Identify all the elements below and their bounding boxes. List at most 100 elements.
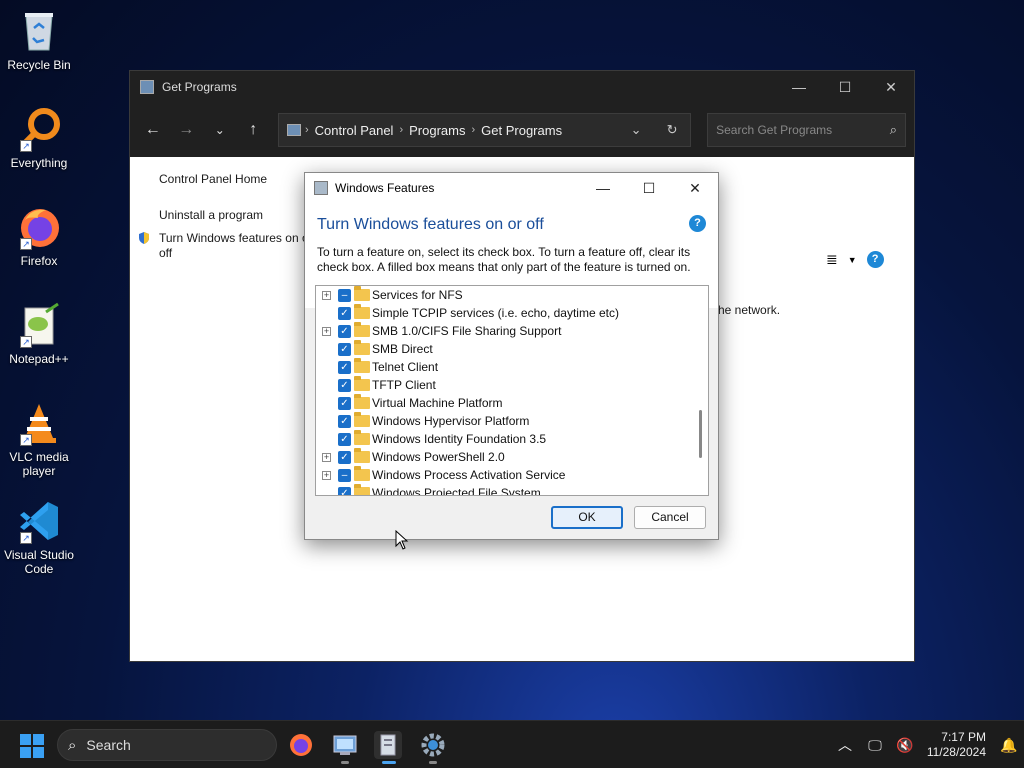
- feature-label: TFTP Client: [372, 378, 436, 392]
- checked-checkbox[interactable]: ✓: [338, 486, 351, 495]
- feature-row[interactable]: ✓ TFTP Client: [316, 376, 708, 394]
- window-titlebar[interactable]: Get Programs — ☐ ✕: [130, 71, 914, 103]
- desktop-icon-everything[interactable]: ↗ Everything: [0, 106, 78, 170]
- help-icon[interactable]: ?: [866, 251, 884, 268]
- taskbar-windows-features[interactable]: [374, 731, 402, 759]
- back-button[interactable]: ←: [138, 121, 168, 139]
- feature-tree[interactable]: + – Services for NFS ✓ Simple TCPIP services…: [315, 285, 709, 496]
- checked-checkbox[interactable]: ✓: [338, 450, 351, 464]
- desktop-icon-notepadpp[interactable]: ↗ Notepad++: [0, 302, 78, 366]
- breadcrumb-control-panel[interactable]: Control Panel: [315, 123, 394, 138]
- control-panel-icon: [287, 124, 301, 136]
- dialog-close-button[interactable]: ✕: [672, 180, 718, 197]
- refresh-icon[interactable]: ↻: [654, 122, 690, 138]
- partial-checkbox[interactable]: –: [338, 288, 351, 302]
- feature-row[interactable]: ✓ Windows Projected File System: [316, 484, 708, 495]
- dialog-minimize-button[interactable]: —: [580, 180, 626, 196]
- desktop-icon-recycle-bin[interactable]: Recycle Bin: [0, 8, 78, 72]
- taskbar-search-label: Search: [86, 737, 131, 753]
- taskbar-control-panel[interactable]: [331, 731, 359, 759]
- checked-checkbox[interactable]: ✓: [338, 396, 351, 410]
- desktop-icon-firefox[interactable]: ↗ Firefox: [0, 204, 78, 268]
- dialog-heading: Turn Windows features on or off: [317, 216, 544, 233]
- shortcut-arrow-icon: ↗: [20, 336, 32, 348]
- checked-checkbox[interactable]: ✓: [338, 360, 351, 374]
- folder-icon: [354, 466, 370, 481]
- scrollbar-thumb[interactable]: [699, 410, 702, 458]
- dialog-maximize-button[interactable]: ☐: [626, 180, 672, 197]
- folder-icon: [354, 376, 370, 391]
- checked-checkbox[interactable]: ✓: [338, 414, 351, 428]
- feature-row[interactable]: + ✓ SMB 1.0/CIFS File Sharing Support: [316, 322, 708, 340]
- taskbar-settings[interactable]: [419, 731, 447, 759]
- volume-muted-icon[interactable]: 🔇: [890, 737, 920, 754]
- feature-row[interactable]: + – Windows Process Activation Service: [316, 466, 708, 484]
- ok-button[interactable]: OK: [551, 506, 623, 529]
- feature-label: Telnet Client: [372, 360, 439, 374]
- desktop-icon-vlc[interactable]: ↗ VLC media player: [0, 400, 78, 478]
- forward-button[interactable]: →: [172, 121, 202, 139]
- desktop-icon-vscode[interactable]: ↗ Visual Studio Code: [0, 498, 78, 576]
- start-button[interactable]: [20, 734, 44, 758]
- folder-icon: [354, 394, 370, 409]
- expand-icon[interactable]: +: [322, 452, 331, 462]
- turn-features-link-line1[interactable]: Turn Windows features on o: [159, 231, 309, 245]
- folder-icon: [354, 412, 370, 427]
- checked-checkbox[interactable]: ✓: [338, 306, 351, 320]
- folder-icon: [354, 484, 370, 495]
- feature-row[interactable]: ✓ Telnet Client: [316, 358, 708, 376]
- view-options-icon[interactable]: ≣: [826, 251, 838, 268]
- system-tray: ︿ 🖵 🔇 7:17 PM 11/28/2024 🔔: [830, 721, 1024, 768]
- checked-checkbox[interactable]: ✓: [338, 432, 351, 446]
- up-button[interactable]: ↑: [239, 121, 269, 139]
- breadcrumb-programs[interactable]: Programs: [409, 123, 465, 138]
- shortcut-arrow-icon: ↗: [20, 140, 32, 152]
- notification-bell-icon[interactable]: 🔔: [994, 737, 1024, 754]
- checked-checkbox[interactable]: ✓: [338, 342, 351, 356]
- uac-shield-icon: [139, 232, 149, 244]
- breadcrumb-get-programs[interactable]: Get Programs: [481, 123, 562, 138]
- address-dropdown-icon[interactable]: ⌄: [618, 122, 654, 138]
- feature-label: SMB Direct: [372, 342, 433, 356]
- running-indicator: [429, 761, 437, 764]
- feature-row[interactable]: ✓ Simple TCPIP services (i.e. echo, dayti…: [316, 304, 708, 322]
- minimize-button[interactable]: —: [776, 79, 822, 95]
- help-icon[interactable]: ?: [689, 215, 706, 232]
- expand-icon[interactable]: +: [322, 290, 331, 300]
- expand-icon[interactable]: +: [322, 326, 331, 336]
- expand-icon[interactable]: +: [322, 470, 331, 480]
- window-title: Get Programs: [162, 80, 237, 94]
- address-bar[interactable]: › Control Panel › Programs › Get Program…: [278, 113, 692, 147]
- feature-row[interactable]: + ✓ Windows PowerShell 2.0: [316, 448, 708, 466]
- uninstall-program-link[interactable]: Uninstall a program: [159, 208, 263, 222]
- everything-icon: ↗: [16, 106, 62, 152]
- dialog-titlebar[interactable]: Windows Features — ☐ ✕: [305, 173, 718, 203]
- cancel-button[interactable]: Cancel: [634, 506, 706, 529]
- taskbar-search[interactable]: ⌕ Search: [57, 729, 277, 761]
- feature-label: Virtual Machine Platform: [372, 396, 503, 410]
- feature-row[interactable]: ✓ Windows Hypervisor Platform: [316, 412, 708, 430]
- turn-features-link-line2[interactable]: off: [159, 246, 172, 260]
- folder-icon: [354, 286, 370, 301]
- breadcrumb-separator-icon: ›: [471, 124, 476, 136]
- feature-row[interactable]: + – Services for NFS: [316, 286, 708, 304]
- taskbar-firefox[interactable]: [287, 731, 315, 759]
- chevron-up-icon[interactable]: ︿: [830, 735, 860, 755]
- folder-icon: [354, 358, 370, 373]
- feature-row[interactable]: ✓ Virtual Machine Platform: [316, 394, 708, 412]
- checked-checkbox[interactable]: ✓: [338, 378, 351, 392]
- recent-locations-button[interactable]: ⌄: [205, 123, 235, 137]
- clock[interactable]: 7:17 PM 11/28/2024: [920, 730, 994, 760]
- checked-checkbox[interactable]: ✓: [338, 324, 351, 338]
- partial-checkbox[interactable]: –: [338, 468, 351, 482]
- maximize-button[interactable]: ☐: [822, 79, 868, 96]
- control-panel-home-link[interactable]: Control Panel Home: [159, 172, 267, 186]
- close-button[interactable]: ✕: [868, 79, 914, 96]
- network-icon[interactable]: 🖵: [860, 737, 890, 754]
- view-dropdown-icon[interactable]: ▼: [848, 255, 857, 265]
- folder-icon: [354, 322, 370, 337]
- feature-row[interactable]: ✓ SMB Direct: [316, 340, 708, 358]
- dialog-description: To turn a feature on, select its check b…: [317, 245, 691, 274]
- search-input[interactable]: Search Get Programs ⌕: [707, 113, 907, 147]
- feature-row[interactable]: ✓ Windows Identity Foundation 3.5: [316, 430, 708, 448]
